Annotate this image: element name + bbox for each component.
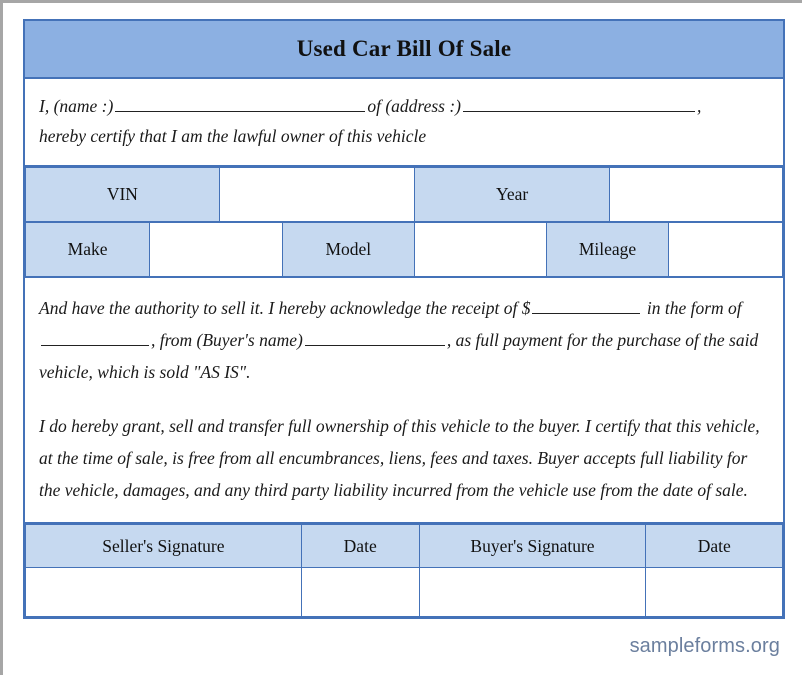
line1-trailing-comma: , [697, 96, 702, 116]
year-value-cell[interactable] [609, 167, 783, 222]
owner-certification-line-2: hereby certify that I am the lawful owne… [39, 126, 427, 146]
address-label: of (address :) [367, 96, 461, 116]
model-label: Model [281, 222, 416, 278]
page-frame: Used Car Bill Of Sale I, (name :) of (add… [0, 0, 802, 675]
agreement-paragraph-1: And have the authority to sell it. I her… [39, 292, 769, 388]
buyer-date-header: Date [645, 524, 783, 568]
table-row-make-model-mileage: Make Model Mileage [24, 222, 783, 278]
mileage-value-cell[interactable] [668, 222, 783, 278]
vehicle-info-table: VIN Year [25, 167, 783, 222]
receipt-text-part-3: , from (Buyer's name) [151, 330, 303, 350]
year-label: Year [414, 167, 611, 222]
make-value-cell[interactable] [149, 222, 283, 278]
seller-signature-field[interactable] [25, 567, 302, 617]
buyer-name-blank-field[interactable] [304, 329, 445, 346]
bill-of-sale-document: Used Car Bill Of Sale I, (name :) of (add… [23, 19, 785, 619]
vehicle-info-table-row2: Make Model Mileage [24, 222, 783, 278]
signature-table: Seller's Signature Date Buyer's Signatur… [25, 524, 783, 617]
seller-signature-header: Seller's Signature [25, 524, 302, 568]
buyer-date-field[interactable] [645, 567, 783, 617]
vin-label: VIN [25, 167, 220, 222]
buyer-signature-header: Buyer's Signature [418, 524, 647, 568]
owner-certification-block: I, (name :) of (address :), hereby certif… [25, 79, 783, 167]
agreement-paragraph-2: I do hereby grant, sell and transfer ful… [39, 416, 760, 500]
model-value-cell[interactable] [414, 222, 547, 278]
mileage-label: Mileage [545, 222, 670, 278]
amount-blank-field[interactable] [532, 297, 641, 314]
address-blank-field[interactable] [463, 95, 695, 112]
buyer-signature-field[interactable] [418, 567, 647, 617]
make-label: Make [24, 222, 151, 278]
document-title-band: Used Car Bill Of Sale [25, 21, 783, 79]
seller-date-header: Date [300, 524, 420, 568]
payment-form-blank-field[interactable] [41, 329, 149, 346]
receipt-text-part-1: And have the authority to sell it. I her… [39, 298, 531, 318]
agreement-body-block: And have the authority to sell it. I her… [25, 278, 783, 524]
table-row-signature-fields [25, 567, 783, 617]
receipt-text-part-2: in the form of [646, 298, 742, 318]
page-title: Used Car Bill Of Sale [296, 36, 512, 61]
table-row-signature-headers: Seller's Signature Date Buyer's Signatur… [25, 524, 783, 568]
site-watermark: sampleforms.org [629, 635, 780, 657]
table-row-vin-year: VIN Year [25, 167, 783, 222]
vin-value-cell[interactable] [218, 167, 416, 222]
seller-date-field[interactable] [300, 567, 420, 617]
name-label: I, (name :) [39, 96, 114, 116]
name-blank-field[interactable] [115, 95, 366, 112]
owner-certification-line-1: I, (name :) of (address :), [39, 91, 769, 121]
